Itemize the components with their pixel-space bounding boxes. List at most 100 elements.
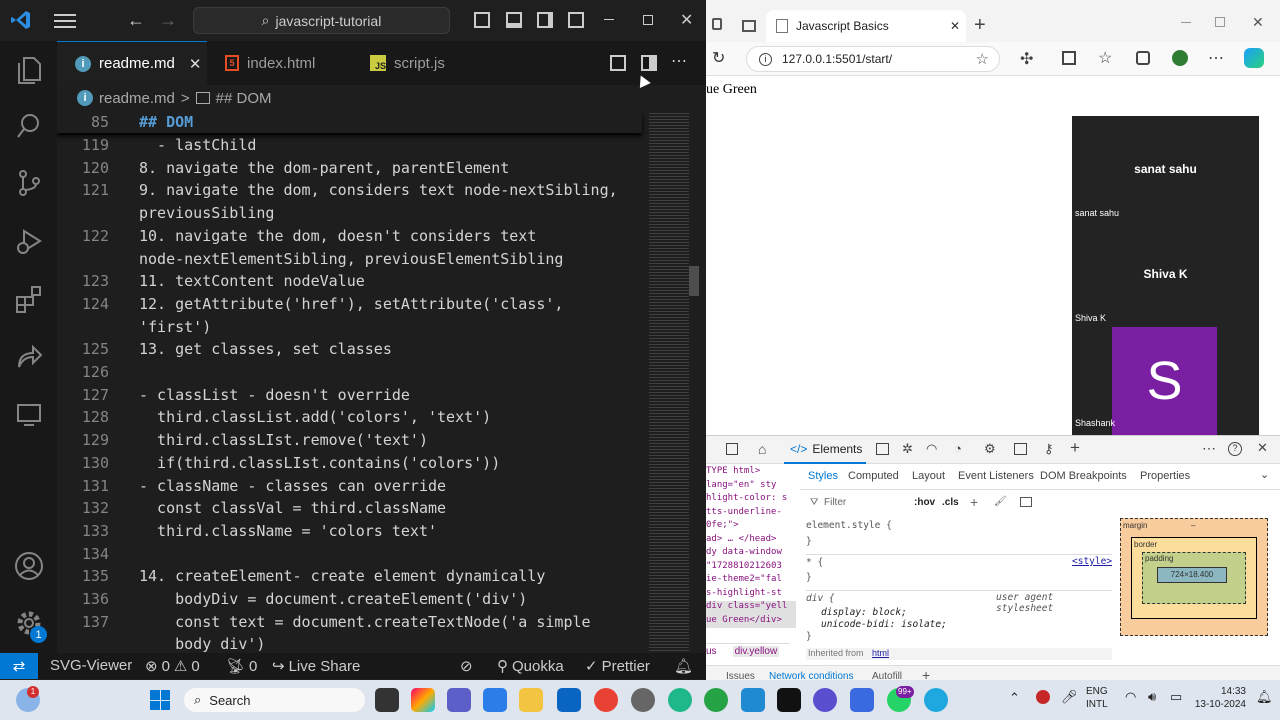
- split-editor-icon[interactable]: [641, 55, 657, 71]
- memory-gear-icon[interactable]: ⚙: [984, 441, 996, 457]
- search-icon[interactable]: [14, 111, 44, 141]
- clock[interactable]: 14:33 13-10-2024: [1192, 685, 1246, 711]
- forward-arrow-icon[interactable]: →: [159, 10, 177, 31]
- dom-node[interactable]: ue Green</div>: [706, 614, 796, 628]
- explorer-icon[interactable]: [14, 55, 44, 85]
- kotlin-icon[interactable]: [777, 688, 801, 712]
- close-window-icon[interactable]: ✕: [1252, 14, 1264, 31]
- styles-pane[interactable]: element.style { } * { <style> } div { us…: [806, 518, 1114, 646]
- settings-icon[interactable]: [631, 688, 655, 712]
- remote-indicator-icon[interactable]: ⇄: [0, 653, 38, 679]
- zoom-icon[interactable]: [813, 688, 837, 712]
- sticky-scroll[interactable]: 85 ## DOM: [57, 111, 642, 133]
- breadcrumb-file[interactable]: readme.md: [99, 90, 175, 107]
- mail-icon[interactable]: [850, 688, 874, 712]
- device-toolbar-icon[interactable]: [726, 443, 738, 455]
- copilot-icon[interactable]: [1244, 48, 1264, 68]
- dom-node[interactable]: s-highlight-st: [706, 588, 796, 602]
- minimize-icon[interactable]: [1181, 22, 1191, 23]
- paint-icon[interactable]: 🖌︎: [994, 496, 1007, 507]
- chrome-icon[interactable]: [594, 688, 618, 712]
- chevron-down-icon[interactable]: ⌄: [1260, 468, 1269, 481]
- file-explorer-icon[interactable]: [519, 688, 543, 712]
- new-tab-icon[interactable]: +: [974, 14, 986, 37]
- favorite-star-icon[interactable]: ☆: [976, 50, 989, 68]
- notification-bell-icon[interactable]: 🔔︎: [1256, 689, 1273, 705]
- subtab-properties[interactable]: Properties: [1140, 470, 1190, 482]
- performance-icon[interactable]: ◔: [954, 441, 962, 456]
- more-tools-plus-icon[interactable]: +: [1070, 438, 1080, 458]
- source-control-icon[interactable]: [14, 168, 44, 198]
- outlook-icon[interactable]: [557, 688, 581, 712]
- subtab-dom-breakpoints[interactable]: DOM Breakpoints: [1040, 470, 1127, 482]
- dom-node[interactable]: tts-underline-: [706, 507, 796, 521]
- help-icon[interactable]: ?: [1228, 442, 1242, 456]
- svg-viewer-status[interactable]: SVG-Viewer: [50, 657, 132, 674]
- wifi-icon[interactable]: ◠: [1125, 689, 1136, 705]
- teams-icon[interactable]: [447, 688, 471, 712]
- copilot-icon[interactable]: [411, 688, 435, 712]
- console-icon[interactable]: [876, 443, 889, 455]
- command-center-search[interactable]: ⌕ javascript-tutorial: [193, 7, 450, 34]
- edge-dev-icon[interactable]: [704, 688, 728, 712]
- dom-node[interactable]: dy data-window: [706, 547, 796, 561]
- dom-node[interactable]: ad> … </head>: [706, 534, 796, 548]
- workspaces-icon[interactable]: [712, 18, 722, 30]
- windows-start-icon[interactable]: [150, 690, 170, 710]
- account-icon[interactable]: [14, 551, 44, 581]
- problems-status[interactable]: ⊗ 0 ⚠ 0: [145, 657, 200, 676]
- inherited-tag[interactable]: html: [872, 648, 889, 658]
- extensions-icon[interactable]: ✣: [1020, 49, 1033, 69]
- security-icon[interactable]: ⚷: [1044, 441, 1054, 457]
- volume-icon[interactable]: 🔊︎: [1148, 689, 1156, 705]
- toggle-panel-icon[interactable]: [506, 12, 522, 28]
- vscode-taskbar-icon[interactable]: [741, 688, 765, 712]
- filter-input[interactable]: Filter: [824, 497, 846, 508]
- tab-actions-icon[interactable]: [742, 20, 756, 32]
- close-window-icon[interactable]: ✕: [680, 10, 693, 30]
- live-share-icon[interactable]: [14, 342, 44, 372]
- code-editor[interactable]: 85 ## DOM 119 - lastChild 120 8. navigate …: [57, 111, 649, 653]
- crumb[interactable]: us: [706, 646, 717, 657]
- quokka-status[interactable]: ⚲ Quokka: [497, 657, 564, 676]
- dom-node[interactable]: 0fe;">: [706, 520, 796, 534]
- open-preview-icon[interactable]: [610, 55, 626, 71]
- back-arrow-icon[interactable]: ←: [127, 10, 145, 31]
- sources-bug-icon[interactable]: ✲: [902, 441, 913, 457]
- dom-node[interactable]: hlight-color: s: [706, 493, 796, 507]
- ports-status[interactable]: 📡︎ 0: [226, 657, 257, 676]
- dom-tree[interactable]: TYPE html> lang="en" sty hlight-color: s tt…: [706, 466, 796, 646]
- live-share-status[interactable]: ↪ Live Share: [272, 657, 360, 676]
- browser-essentials-icon[interactable]: [1172, 50, 1188, 66]
- edge-beta-icon[interactable]: [924, 688, 948, 712]
- dom-node[interactable]: div class="yell: [706, 601, 796, 615]
- prettier-status[interactable]: ✓ Prettier: [585, 657, 650, 676]
- split-screen-icon[interactable]: [1062, 51, 1076, 65]
- dom-node[interactable]: "1728810212603: [706, 561, 796, 575]
- more-options-icon[interactable]: ⋯: [1202, 440, 1216, 457]
- refresh-icon[interactable]: ↻: [712, 48, 725, 68]
- subtab-event-listeners[interactable]: Event Listeners: [958, 470, 1034, 482]
- tab-script-js[interactable]: JS script.js: [352, 41, 497, 85]
- cls-toggle[interactable]: .cls: [942, 497, 959, 508]
- breadcrumb-section[interactable]: ## DOM: [216, 90, 272, 107]
- task-view-icon[interactable]: [375, 688, 399, 712]
- store-icon[interactable]: [483, 688, 507, 712]
- language-indicator[interactable]: ENG INTL: [1086, 685, 1108, 711]
- network-wifi-icon[interactable]: ◠: [926, 441, 937, 457]
- dom-node[interactable]: ie-theme2="fal: [706, 574, 796, 588]
- taskbar-search[interactable]: ⌕ Search: [184, 688, 365, 712]
- battery-icon[interactable]: ▭: [1170, 689, 1182, 705]
- address-bar[interactable]: i 127.0.0.1:5501/start/ ☆: [746, 46, 1000, 72]
- more-actions-icon[interactable]: ⋯: [671, 51, 687, 71]
- scrollbar-thumb[interactable]: [689, 266, 699, 296]
- application-icon[interactable]: [1014, 443, 1027, 455]
- run-debug-icon[interactable]: [14, 226, 44, 256]
- vscode-logo-icon[interactable]: [10, 9, 32, 31]
- maximize-icon[interactable]: [1215, 17, 1225, 27]
- tab-readme[interactable]: i readme.md ✕: [57, 41, 207, 85]
- chevron-up-icon[interactable]: ⌃: [1009, 690, 1020, 706]
- settings-more-icon[interactable]: ⋯: [1208, 48, 1224, 68]
- dom-node[interactable]: lang="en" sty: [706, 480, 796, 494]
- subtab-computed[interactable]: Computed: [848, 470, 899, 482]
